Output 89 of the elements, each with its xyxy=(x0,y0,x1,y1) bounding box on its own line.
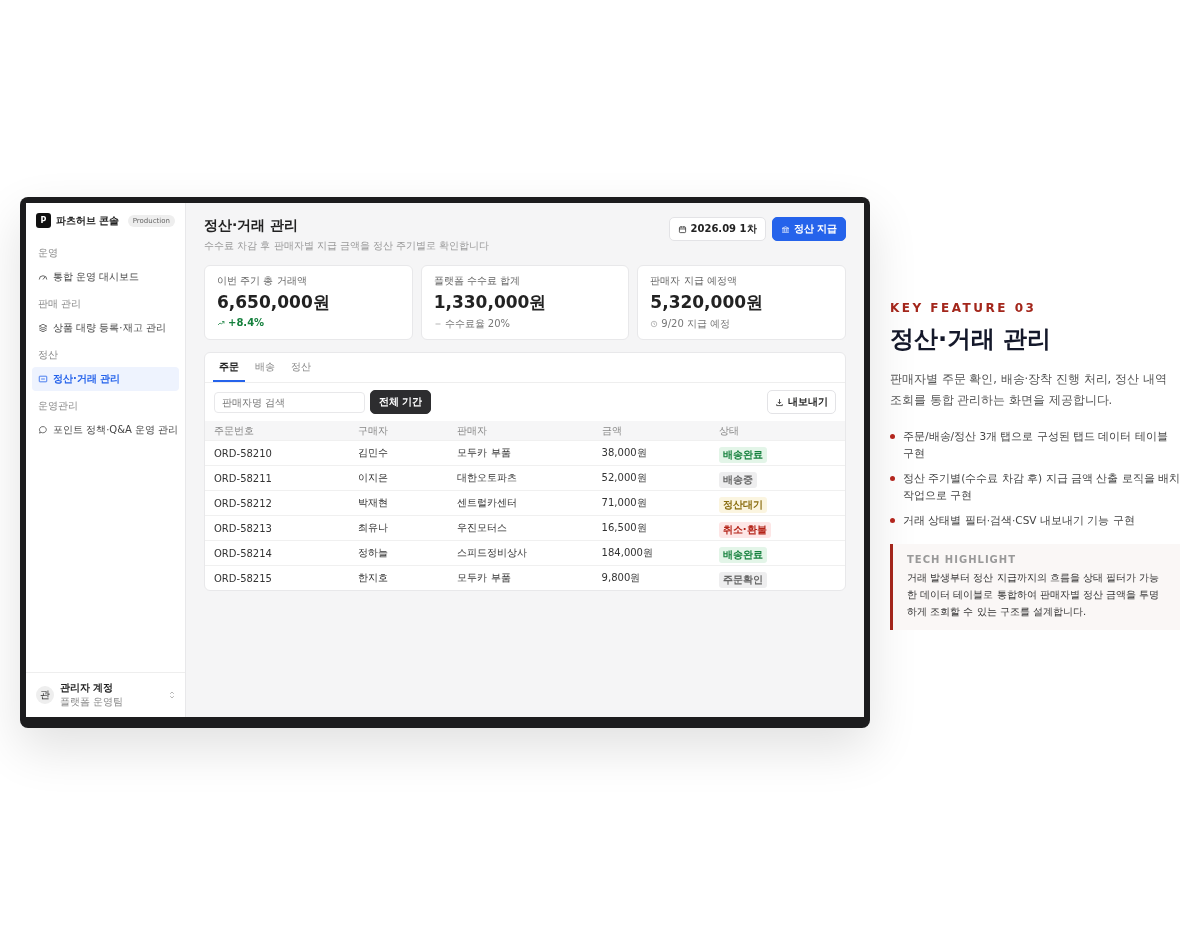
gauge-icon xyxy=(38,272,48,282)
highlight-label: TECH HIGHLIGHT xyxy=(907,554,1017,566)
stat-note: 9/20 지급 예정 xyxy=(661,317,731,331)
calendar-icon xyxy=(677,224,687,234)
account-name: 관리자 계정 xyxy=(60,681,115,695)
highlight-text: 거래 발생부터 정산 지급까지의 흐름을 상태 필터가 가능한 데이터 테이블로 통합하여 판매자별 정산 금액을 투명하게 조회할 수 있는 구조를 설계합니다. xyxy=(907,571,1161,620)
column-header: 판매자 xyxy=(457,423,489,438)
stat-value: 1,330,000원 xyxy=(433,291,548,314)
stat-label: 판매자 지급 예정액 xyxy=(650,274,738,288)
table-cell-text: 이지은 xyxy=(358,471,390,485)
section-label: 판매 관리 xyxy=(37,297,83,311)
table-cell-text: ORD-58213 xyxy=(214,522,273,534)
feature-bullet: 정산 주기별(수수료 차감 후) 지급 금액 산출 로직을 배치 작업으로 구현 xyxy=(903,470,1180,503)
table-cell-text: 모두카 부품 xyxy=(457,446,512,460)
feature-bullet: 거래 상태별 필터·검색·CSV 내보내기 기능 구현 xyxy=(903,512,1135,528)
tab[interactable]: 배송 xyxy=(249,353,281,382)
table-cell-text: 38,000원 xyxy=(601,446,648,460)
tab[interactable]: 주문 xyxy=(213,353,245,382)
table-cell-text: ORD-58210 xyxy=(214,447,273,459)
section-label: 운영 xyxy=(37,246,59,260)
layers-icon xyxy=(38,323,48,333)
feature-eyebrow: KEY FEATURE 03 xyxy=(890,301,1038,315)
period-button[interactable]: 2026.09 1차 xyxy=(668,217,766,241)
export-button[interactable]: 내보내기 xyxy=(767,390,836,414)
table-cell-text: 대한오토파츠 xyxy=(457,471,519,485)
table-cell-text: 스피드정비상사 xyxy=(457,546,529,560)
pay-button[interactable]: 정산 지급 xyxy=(771,217,846,241)
download-icon xyxy=(775,397,784,407)
status-tag: 배송완료 xyxy=(718,547,767,563)
bullet-icon xyxy=(890,434,895,440)
period-filter-button[interactable]: 전체 기간 xyxy=(370,390,432,414)
stat-label: 이번 주기 총 거래액 xyxy=(217,274,308,288)
sidebar-item[interactable]: 정산·거래 관리 xyxy=(32,367,179,391)
page-subtitle: 수수료 차감 후 판매자별 지급 금액을 정산 주기별로 확인합니다 xyxy=(204,239,491,253)
tab[interactable]: 정산 xyxy=(285,353,317,382)
table-cell-text: 한지호 xyxy=(358,571,390,585)
stat-value: 6,650,000원 xyxy=(217,291,331,314)
trend-up-icon xyxy=(217,318,225,327)
table-cell-text: 9,800원 xyxy=(601,571,642,585)
feature-description: 판매자별 주문 확인, 배송·장착 진행 처리, 정산 내역 조회를 통합 관리하는 화면을 제공합니다. xyxy=(890,371,1168,409)
account-role: 플랫폼 운영팀 xyxy=(60,695,124,709)
table-cell-text: 박재현 xyxy=(358,496,390,510)
bank-icon xyxy=(780,224,790,234)
search-field[interactable]: 판매자명 검색 xyxy=(214,391,365,413)
column-header: 주문번호 xyxy=(214,423,255,438)
feature-title: 정산·거래 관리 xyxy=(890,324,1053,355)
column-header: 금액 xyxy=(601,423,623,438)
table-cell-text: ORD-58214 xyxy=(214,547,273,559)
section-label: 운영관리 xyxy=(37,399,79,413)
section-label: 정산 xyxy=(37,348,59,362)
dash-icon xyxy=(433,320,442,328)
table-cell-text: 71,000원 xyxy=(601,496,648,510)
column-header: 상태 xyxy=(718,423,740,438)
stat-value: 5,320,000원 xyxy=(650,291,765,314)
table-cell-text: 16,500원 xyxy=(601,521,648,535)
logo: P xyxy=(36,213,51,228)
card-icon xyxy=(38,374,48,384)
table-cell-text: 184,000원 xyxy=(601,546,654,560)
table-cell-text: 정하늘 xyxy=(358,546,390,560)
feature-bullet: 주문/배송/정산 3개 탭으로 구성된 탭드 데이터 테이블 구현 xyxy=(903,429,1169,462)
sidebar-item[interactable]: 포인트 정책·Q&A 운영 관리 xyxy=(32,418,179,442)
table-cell-text: 52,000원 xyxy=(601,471,648,485)
table-cell-text: 센트럴카센터 xyxy=(457,496,519,510)
column-header: 구매자 xyxy=(358,423,390,438)
table-cell-text: ORD-58212 xyxy=(214,497,273,509)
bullet-icon xyxy=(890,517,895,523)
stat-label: 플랫폼 수수료 합계 xyxy=(433,274,522,288)
chevron-icon xyxy=(169,690,175,700)
bullet-icon xyxy=(890,475,895,481)
table-cell-text: 모두카 부품 xyxy=(457,571,512,585)
table-cell-text: ORD-58211 xyxy=(214,472,273,484)
stat-note: +8.4% xyxy=(228,317,265,328)
status-tag: 배송중 xyxy=(718,472,757,488)
table-cell-text: ORD-58215 xyxy=(214,572,273,584)
app-name: 파츠허브 콘솔 xyxy=(56,213,120,228)
stat-note: 수수료율 20% xyxy=(444,317,511,331)
status-tag: 정산대기 xyxy=(718,497,767,513)
table-cell-text: 우진모터스 xyxy=(457,521,509,535)
table-cell-text: 최유나 xyxy=(358,521,390,535)
chat-icon xyxy=(38,425,48,435)
status-tag: 주문확인 xyxy=(718,572,767,588)
avatar: 관 xyxy=(36,686,54,704)
clock-icon xyxy=(650,320,659,328)
table-cell-text: 김민수 xyxy=(358,446,390,460)
sidebar-item[interactable]: 통합 운영 대시보드 xyxy=(32,265,179,289)
status-tag: 취소·환불 xyxy=(718,522,771,538)
page-title: 정산·거래 관리 xyxy=(204,217,300,235)
sidebar-item[interactable]: 상품 대량 등록·재고 관리 xyxy=(32,316,179,340)
status-tag: 배송완료 xyxy=(718,447,767,463)
